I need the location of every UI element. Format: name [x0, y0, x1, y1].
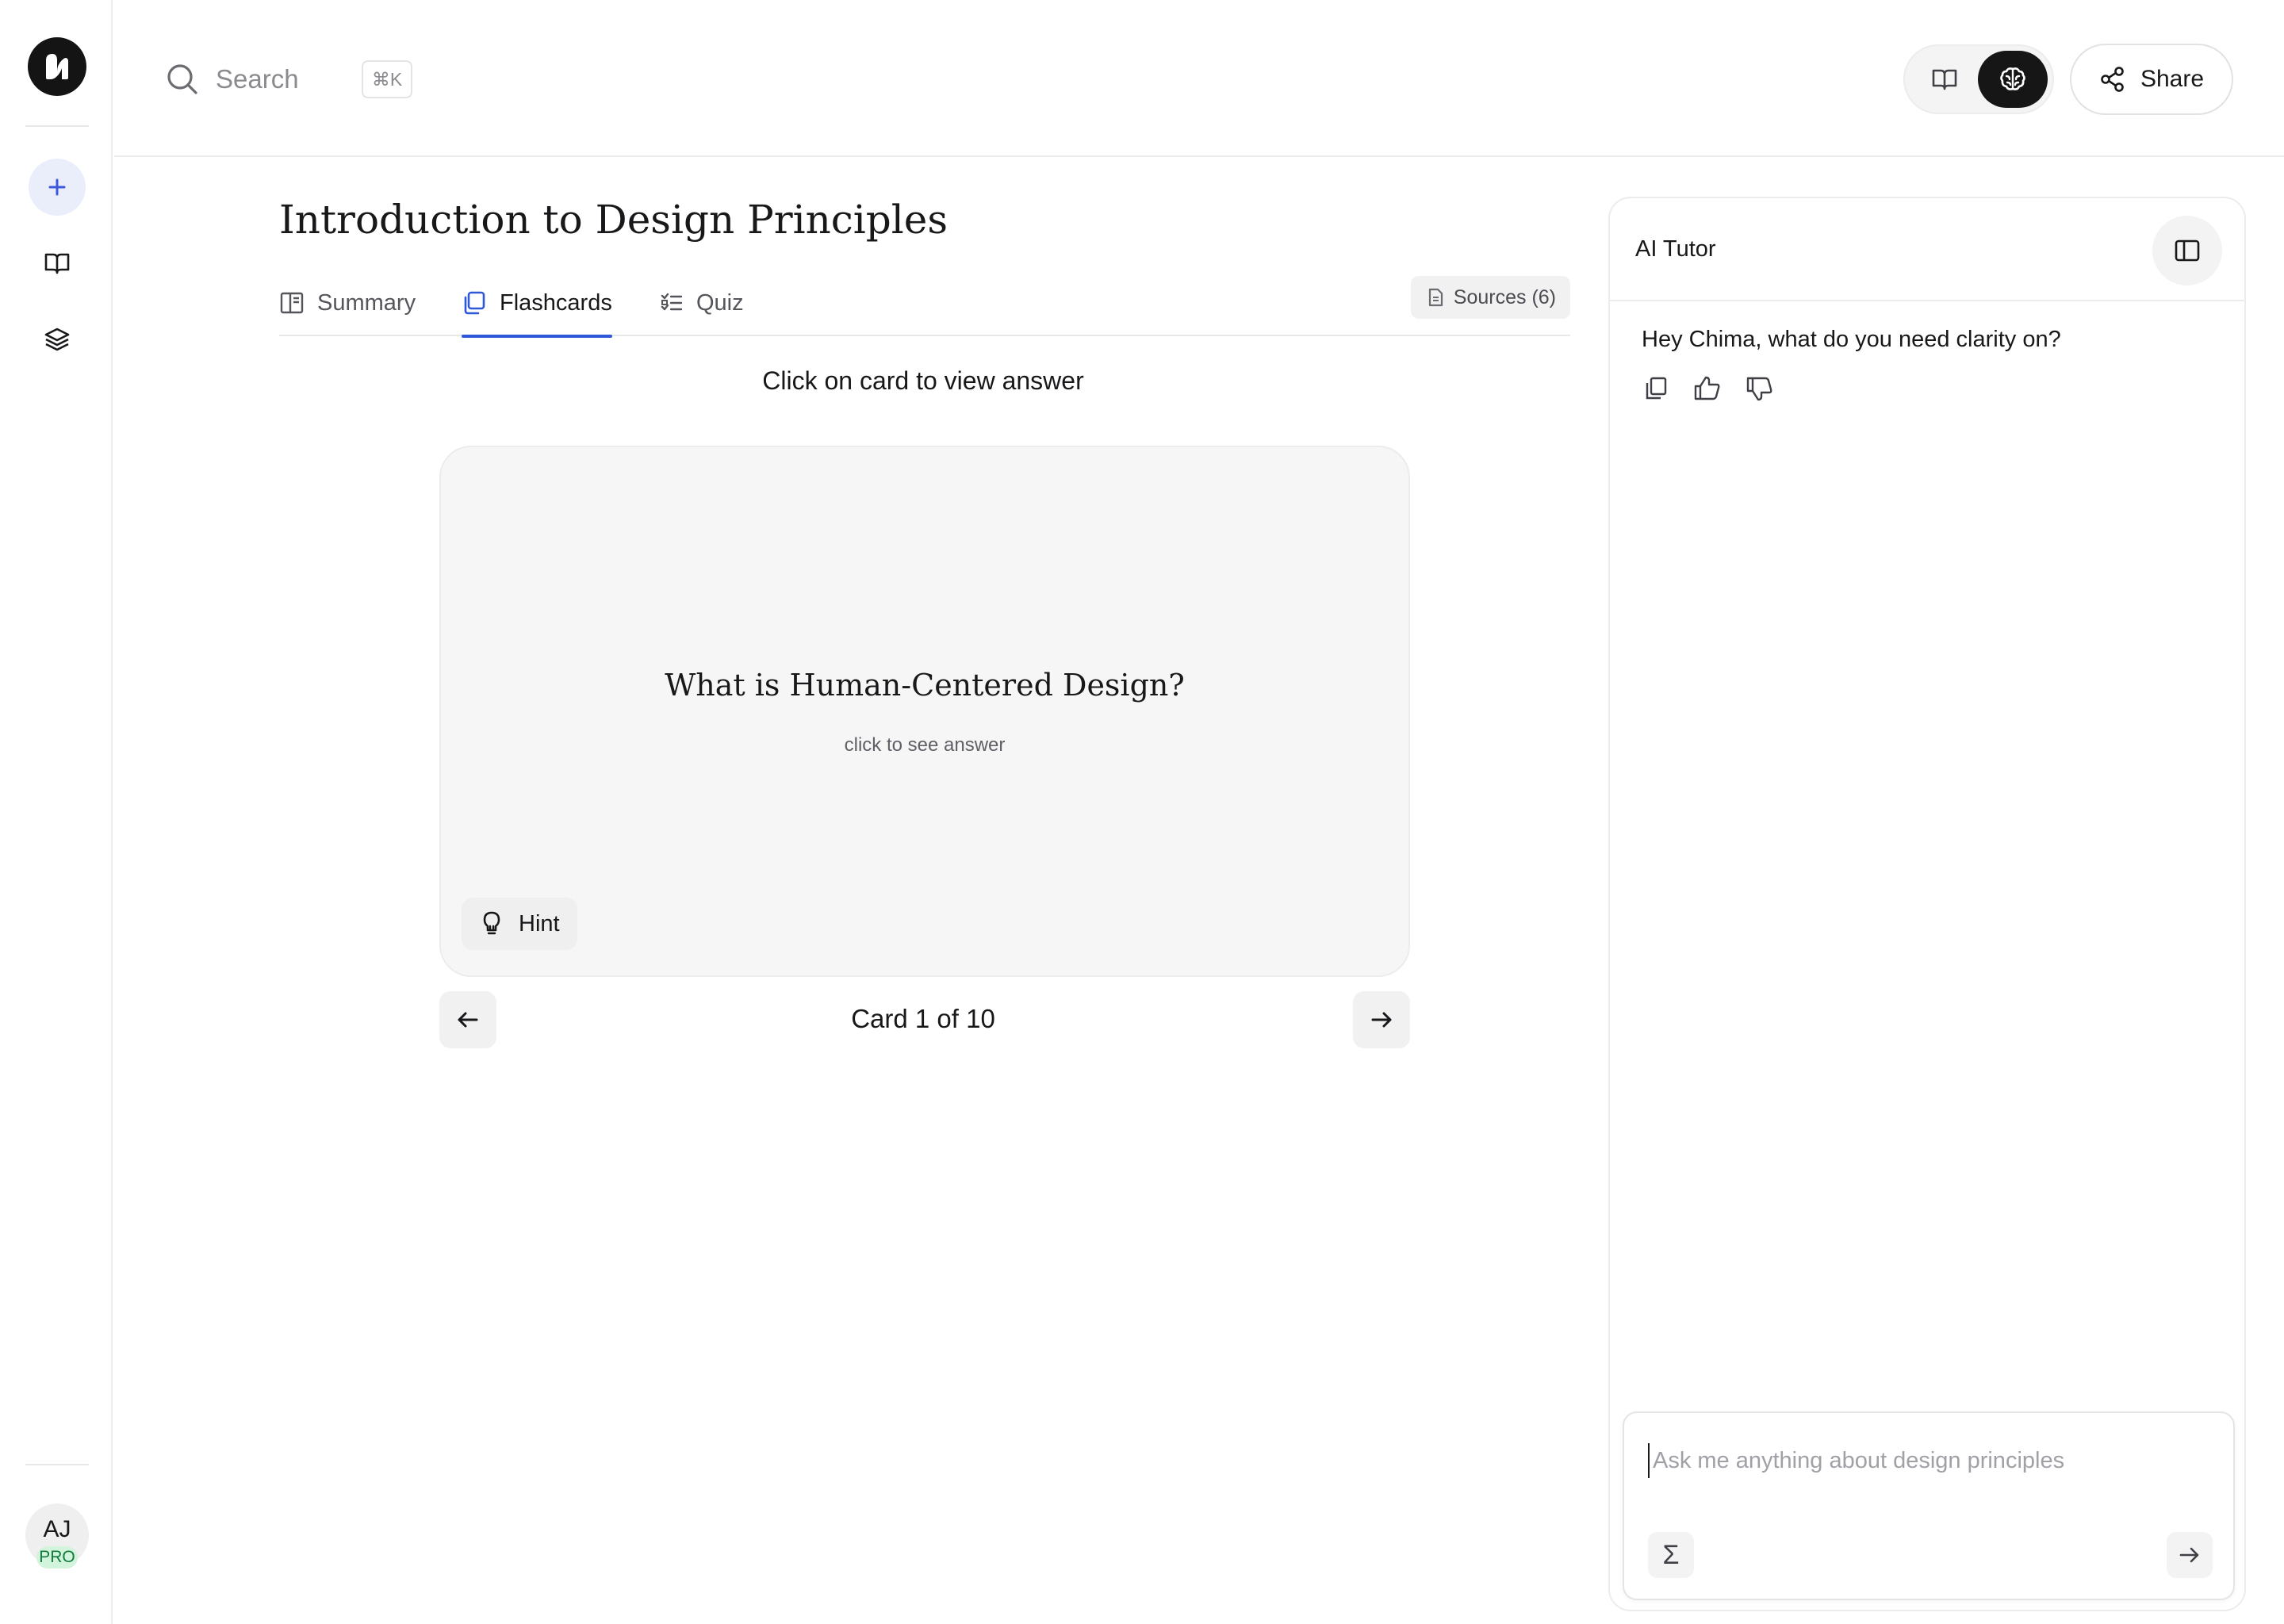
- chat-input[interactable]: [1648, 1443, 2203, 1478]
- card-counter: Card 1 of 10: [851, 1004, 995, 1033]
- chat-composer: Σ: [1623, 1411, 2235, 1600]
- thumbs-up-icon: [1694, 376, 1720, 400]
- plus-icon: [48, 178, 66, 196]
- layers-icon: [44, 327, 70, 351]
- flashcard-question: What is Human-Centered Design?: [665, 668, 1185, 703]
- send-button[interactable]: [2167, 1532, 2213, 1578]
- sigma-icon: Σ: [1662, 1539, 1680, 1570]
- book-open-icon: [44, 253, 70, 274]
- app-logo-icon[interactable]: [28, 37, 86, 96]
- arrow-right-icon: [2179, 1547, 2199, 1563]
- brain-icon: [2000, 67, 2025, 90]
- math-symbol-button[interactable]: Σ: [1648, 1532, 1694, 1578]
- quiz-icon: [661, 293, 683, 311]
- tutor-view-button[interactable]: [1978, 51, 2048, 108]
- tab-quiz-label: Quiz: [696, 289, 744, 316]
- view-toggle: [1903, 44, 2054, 114]
- ai-tutor-panel: AI Tutor Hey Chima, what do you need cla…: [1608, 197, 2246, 1611]
- flashcard-subtext: click to see answer: [844, 734, 1006, 756]
- rail-divider: [25, 1464, 89, 1465]
- share-label: Share: [2140, 66, 2205, 92]
- tab-summary[interactable]: Summary: [279, 270, 416, 336]
- message-actions: [1642, 374, 1775, 403]
- sidebar-item-library[interactable]: [38, 244, 76, 282]
- search-placeholder: Search: [216, 64, 299, 94]
- document-icon: [1428, 288, 1443, 307]
- sources-button[interactable]: Sources (6): [1410, 276, 1570, 319]
- page-title: Introduction to Design Principles: [279, 197, 948, 243]
- collapse-panel-button[interactable]: [2152, 216, 2222, 285]
- flashcards-icon: [464, 291, 485, 315]
- avatar[interactable]: AJ PRO: [25, 1503, 89, 1568]
- tab-flashcards-label: Flashcards: [500, 289, 612, 316]
- share-icon: [2101, 67, 2124, 92]
- flashcard-instruction: Click on card to view answer: [762, 366, 1084, 395]
- tab-summary-label: Summary: [317, 289, 416, 316]
- thumbs-down-icon: [1746, 377, 1772, 401]
- copy-button[interactable]: [1642, 374, 1670, 403]
- arrow-right-icon: [1371, 1012, 1392, 1028]
- copy-icon: [1646, 377, 1667, 400]
- new-button[interactable]: [29, 159, 86, 216]
- rail-divider: [25, 125, 89, 127]
- summary-icon: [280, 292, 304, 314]
- search-box[interactable]: Search: [165, 57, 299, 102]
- hint-button[interactable]: Hint: [462, 898, 577, 950]
- plan-badge: PRO: [36, 1546, 78, 1568]
- search-shortcut: ⌘K: [362, 60, 412, 98]
- next-card-button[interactable]: [1353, 991, 1410, 1048]
- sources-label: Sources (6): [1453, 285, 1556, 308]
- sidebar-item-layers[interactable]: [38, 320, 76, 358]
- sidebar-panel-icon: [2175, 239, 2200, 262]
- tutor-header: AI Tutor: [1610, 198, 2244, 301]
- content-tabs: Summary Flashcards Quiz Sources (6): [279, 270, 1570, 338]
- left-sidebar: AJ PRO: [0, 0, 113, 1624]
- tutor-message: Hey Chima, what do you need clarity on?: [1642, 327, 2061, 352]
- lightbulb-icon: [483, 911, 500, 935]
- thumbs-up-button[interactable]: [1692, 374, 1723, 403]
- hint-label: Hint: [519, 910, 560, 936]
- top-bar: Search ⌘K Share: [114, 0, 2284, 157]
- avatar-initials: AJ: [43, 1516, 71, 1542]
- book-open-icon: [1932, 69, 1957, 90]
- thumbs-down-button[interactable]: [1745, 374, 1775, 403]
- share-button[interactable]: Share: [2070, 44, 2233, 115]
- flashcard[interactable]: What is Human-Centered Design? click to …: [439, 446, 1410, 977]
- reader-view-button[interactable]: [1910, 51, 1979, 108]
- tutor-title: AI Tutor: [1635, 236, 1716, 262]
- tab-quiz[interactable]: Quiz: [660, 270, 744, 336]
- tab-flashcards[interactable]: Flashcards: [462, 270, 612, 338]
- search-icon: [167, 64, 197, 94]
